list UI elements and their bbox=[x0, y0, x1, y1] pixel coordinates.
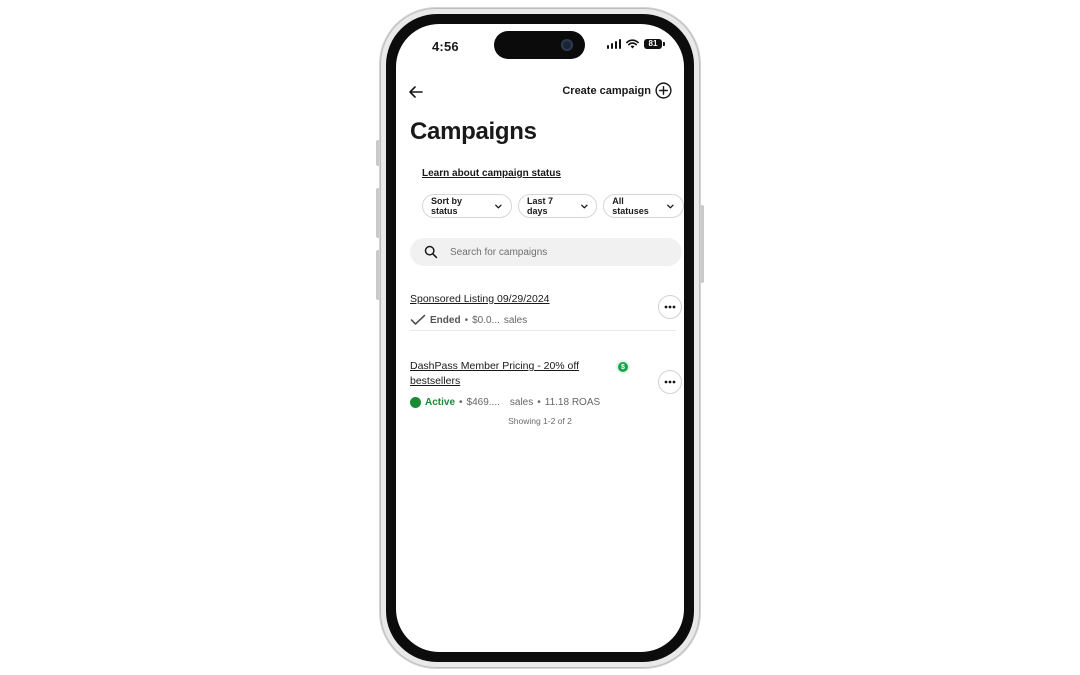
chevron-down-icon bbox=[580, 204, 588, 208]
page-title: Campaigns bbox=[410, 118, 537, 145]
chip-label: Sort by status bbox=[431, 196, 463, 216]
chevron-down-icon bbox=[495, 204, 502, 208]
wifi-icon bbox=[626, 39, 639, 49]
campaign-status: Active bbox=[425, 397, 456, 408]
results-count: Showing 1-2 of 2 bbox=[508, 416, 572, 426]
campaign-name-link[interactable]: Sponsored Listing 09/29/2024 bbox=[410, 292, 676, 307]
campaign-row: DashPass Member Pricing - 20% off bestse… bbox=[410, 359, 676, 408]
learn-campaign-status-link[interactable]: Learn about campaign status bbox=[422, 168, 561, 179]
sales-label: sales bbox=[509, 397, 534, 408]
checkmark-icon bbox=[410, 314, 426, 325]
separator: • bbox=[537, 397, 541, 408]
phone-bezel: 4:56 81 Create campaign Campaigns Learn … bbox=[386, 14, 694, 662]
sort-by-status-dropdown[interactable]: Sort by status bbox=[422, 194, 512, 218]
campaign-status: Ended bbox=[430, 314, 461, 326]
dynamic-island bbox=[494, 31, 585, 59]
search-bar[interactable] bbox=[410, 238, 682, 266]
campaign-row: Sponsored Listing 09/29/2024 Ended • $0.… bbox=[410, 292, 676, 326]
date-range-dropdown[interactable]: Last 7 days bbox=[517, 194, 598, 218]
campaign-name-link[interactable]: DashPass Member Pricing - 20% off bestse… bbox=[410, 359, 676, 389]
chip-label: All statuses bbox=[612, 196, 649, 216]
chip-label: Last 7 days bbox=[526, 196, 553, 216]
sales-label: sales bbox=[503, 314, 528, 326]
more-horizontal-icon bbox=[664, 305, 676, 309]
more-options-button[interactable] bbox=[658, 295, 682, 319]
status-time: 4:56 bbox=[432, 39, 459, 54]
campaign-meta: Ended • $0.0... sales bbox=[410, 314, 676, 326]
filter-bar: Sort by status Last 7 days All statuses bbox=[422, 194, 684, 218]
power-button bbox=[700, 205, 704, 283]
top-bar: Create campaign bbox=[396, 80, 684, 106]
battery-icon: 81 bbox=[644, 39, 665, 49]
roas-value: 11.18 ROAS bbox=[544, 397, 601, 408]
campaign-name-line1: DashPass Member Pricing - 20% off bbox=[410, 360, 580, 372]
more-horizontal-icon bbox=[664, 380, 676, 384]
signal-icon bbox=[606, 39, 621, 49]
camera-icon bbox=[561, 39, 573, 51]
search-input[interactable] bbox=[448, 245, 652, 259]
create-campaign-label: Create campaign bbox=[562, 84, 651, 97]
campaign-name-line2: bestsellers bbox=[410, 375, 461, 387]
dollar-badge-icon: $ bbox=[618, 362, 628, 372]
more-options-button[interactable] bbox=[658, 370, 682, 394]
plus-circle-icon bbox=[655, 82, 672, 99]
search-icon bbox=[424, 245, 438, 259]
phone-screen: 4:56 81 Create campaign Campaigns Learn … bbox=[396, 24, 684, 652]
arrow-left-icon[interactable] bbox=[406, 82, 426, 102]
campaign-meta: Active • $469.... sales • 11.18 ROAS bbox=[410, 397, 676, 408]
chevron-down-icon bbox=[667, 204, 674, 208]
sales-value: $0.0... bbox=[472, 314, 500, 326]
status-icons: 81 bbox=[606, 39, 665, 49]
separator: • bbox=[464, 314, 469, 326]
phone-frame: 4:56 81 Create campaign Campaigns Learn … bbox=[380, 8, 700, 668]
divider bbox=[410, 330, 676, 331]
create-campaign-button[interactable]: Create campaign bbox=[562, 82, 672, 99]
status-filter-dropdown[interactable]: All statuses bbox=[603, 194, 684, 218]
sales-value: $469.... bbox=[466, 397, 500, 408]
active-status-dot bbox=[410, 397, 421, 408]
separator: • bbox=[459, 397, 463, 408]
